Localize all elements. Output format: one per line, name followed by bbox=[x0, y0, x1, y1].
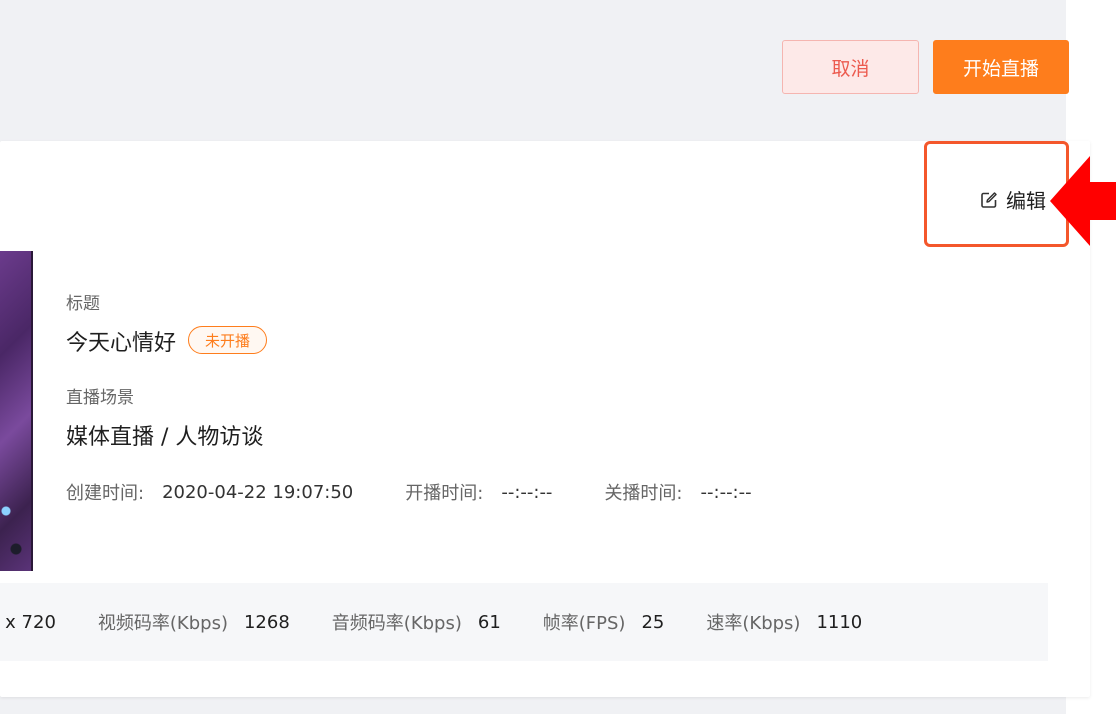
title-label: 标题 bbox=[66, 294, 100, 314]
cancel-button[interactable]: 取消 bbox=[782, 40, 919, 94]
audio-bitrate-value: 61 bbox=[477, 611, 501, 633]
time-row: 创建时间: 2020-04-22 19:07:50 开播时间: --:--:--… bbox=[66, 479, 804, 505]
rate-value: 1110 bbox=[816, 611, 863, 633]
video-bitrate-label: 视频码率(Kbps) bbox=[97, 613, 228, 634]
end-time-label: 关播时间: bbox=[604, 483, 683, 504]
status-badge: 未开播 bbox=[188, 326, 268, 354]
edit-label: 编辑 bbox=[1006, 189, 1046, 213]
cover-thumbnail bbox=[0, 251, 33, 571]
live-info-card: 编辑 标题 今天心情好 未开播 直播场景 媒体直播 / 人物访谈 创建时间: 2… bbox=[0, 141, 1090, 697]
start-live-button[interactable]: 开始直播 bbox=[933, 40, 1069, 94]
end-time-value: --:--:-- bbox=[700, 481, 752, 503]
video-bitrate-value: 1268 bbox=[243, 611, 290, 633]
rate-label: 速率(Kbps) bbox=[706, 613, 801, 634]
edit-icon bbox=[981, 191, 997, 208]
created-time-label: 创建时间: bbox=[66, 483, 145, 504]
audio-bitrate-label: 音频码率(Kbps) bbox=[331, 613, 462, 634]
red-arrow-icon bbox=[1050, 156, 1116, 246]
title-value: 今天心情好 bbox=[66, 331, 177, 356]
stream-stats: 0 x 720 视频码率(Kbps) 1268 音频码率(Kbps) 61 帧率… bbox=[0, 609, 904, 635]
start-time-label: 开播时间: bbox=[405, 483, 484, 504]
created-time-value: 2020-04-22 19:07:50 bbox=[162, 481, 354, 503]
edit-button[interactable]: 编辑 bbox=[980, 185, 1046, 214]
stream-stats-bar: 0 x 720 视频码率(Kbps) 1268 音频码率(Kbps) 61 帧率… bbox=[0, 583, 1048, 661]
start-time-value: --:--:-- bbox=[501, 481, 553, 503]
scene-value: 媒体直播 / 人物访谈 bbox=[66, 425, 264, 450]
scene-label: 直播场景 bbox=[66, 388, 134, 408]
resolution-value: 0 x 720 bbox=[0, 611, 56, 633]
fps-value: 25 bbox=[641, 611, 665, 633]
fps-label: 帧率(FPS) bbox=[542, 613, 626, 634]
